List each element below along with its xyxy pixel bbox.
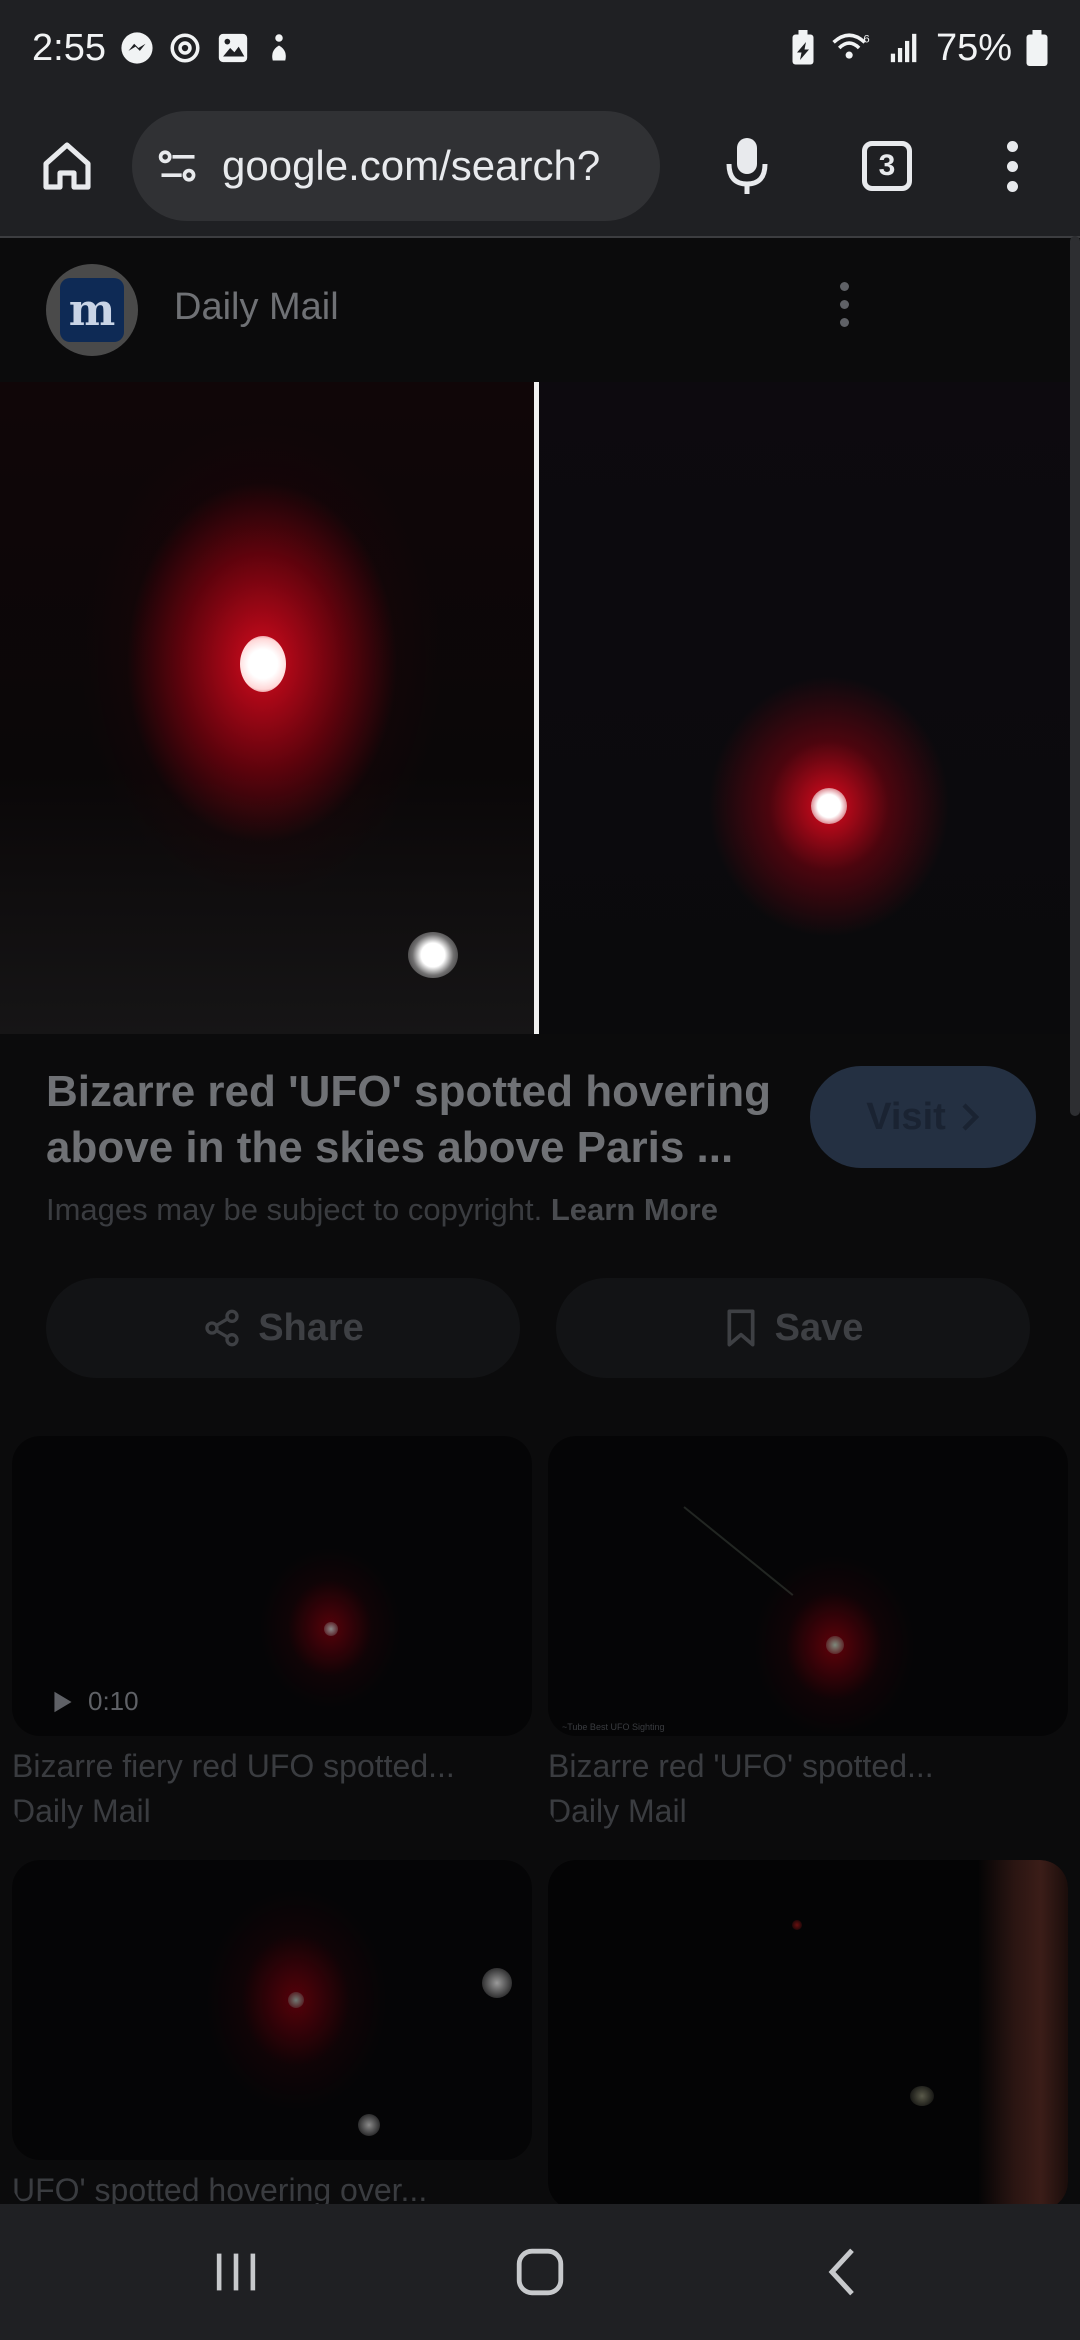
copyright-text: Images may be subject to copyright. xyxy=(46,1192,543,1227)
system-navigation-bar xyxy=(0,2204,1080,2340)
hero-right-panel xyxy=(539,382,1080,1034)
tab-count: 3 xyxy=(862,141,912,191)
share-button[interactable]: Share xyxy=(46,1278,520,1378)
address-bar[interactable]: google.com/search? xyxy=(132,111,660,221)
result-title-block: Bizarre red 'UFO' spotted hovering above… xyxy=(46,1064,806,1176)
visit-label: Visit xyxy=(866,1095,946,1138)
back-button[interactable] xyxy=(742,2204,942,2340)
back-icon xyxy=(828,2248,854,2296)
home-button[interactable] xyxy=(22,121,112,211)
related-title: Bizarre red 'UFO' spotted... xyxy=(548,1748,934,1784)
result-image[interactable] xyxy=(0,382,1080,1034)
related-title: Bizarre fiery red UFO spotted... xyxy=(12,1748,455,1784)
chevron-right-icon xyxy=(962,1103,979,1131)
tab-switcher-button[interactable]: 3 xyxy=(842,121,932,211)
notification-icons xyxy=(120,31,294,65)
related-thumbnail[interactable]: 0:10 xyxy=(12,1436,532,1736)
system-icons: 6 75% xyxy=(790,27,1048,70)
image-result-panel: m Daily Mail Bizarre red 'UFO' spotted h… xyxy=(0,236,1080,2204)
related-card[interactable]: UFO' spotted hovering over... xyxy=(12,1860,532,2204)
video-duration-badge: 0:10 xyxy=(52,1686,139,1717)
messenger-icon xyxy=(121,32,153,64)
source-more-options-button[interactable] xyxy=(834,282,854,342)
browser-toolbar: google.com/search? 3 xyxy=(0,96,1080,236)
related-title: UFO' spotted hovering over... xyxy=(12,2172,428,2204)
status-bar: 2:55 6 75% xyxy=(0,0,1080,96)
recents-icon xyxy=(216,2253,256,2291)
related-card[interactable]: 0:10 Bizarre fiery red UFO spotted... Da… xyxy=(12,1436,532,1830)
source-name: Daily Mail xyxy=(174,286,339,328)
status-time: 2:55 xyxy=(32,26,106,69)
battery-icon xyxy=(1026,30,1048,66)
thumbnail-object xyxy=(978,1860,1068,2204)
microphone-icon xyxy=(726,138,768,194)
more-options-button[interactable] xyxy=(982,121,1042,211)
play-icon xyxy=(54,1691,72,1712)
source-row[interactable]: m Daily Mail xyxy=(0,238,1080,382)
home-icon xyxy=(43,142,91,190)
battery-saver-icon xyxy=(792,30,814,65)
share-label: Share xyxy=(258,1306,364,1349)
gallery-icon xyxy=(218,33,248,63)
related-thumbnail[interactable] xyxy=(12,1860,532,2160)
thumbnail-watermark: ~Tube Best UFO Sighting xyxy=(562,1722,665,1732)
bookmark-icon xyxy=(727,1309,755,1347)
related-source: Daily Mail xyxy=(12,1793,151,1829)
source-logo: m xyxy=(46,264,138,356)
url-text[interactable]: google.com/search? xyxy=(222,142,600,190)
voice-search-button[interactable] xyxy=(702,121,792,211)
related-thumbnail[interactable]: ~Tube Best UFO Sighting xyxy=(548,1436,1068,1736)
related-card[interactable] xyxy=(548,1860,1068,2204)
nav-home-button[interactable] xyxy=(440,2204,640,2340)
visit-button[interactable]: Visit xyxy=(810,1066,1036,1168)
signal-icon xyxy=(890,33,917,63)
accessibility-icon xyxy=(272,34,286,61)
video-duration: 0:10 xyxy=(88,1686,139,1716)
hero-left-panel xyxy=(0,382,534,1034)
scrollbar[interactable] xyxy=(1070,236,1080,1116)
site-settings-icon[interactable] xyxy=(156,144,200,188)
related-thumbnail[interactable] xyxy=(548,1860,1068,2204)
related-card[interactable]: ~Tube Best UFO Sighting Bizarre red 'UFO… xyxy=(548,1436,1068,1830)
save-label: Save xyxy=(774,1306,864,1349)
battery-percent: 75% xyxy=(935,26,1012,69)
recents-button[interactable] xyxy=(136,2204,336,2340)
copyright-notice: Images may be subject to copyright. Lear… xyxy=(46,1192,718,1228)
learn-more-link[interactable]: Learn More xyxy=(551,1192,718,1227)
related-source: Daily Mail xyxy=(548,1793,687,1829)
svg-text:6: 6 xyxy=(863,33,869,45)
wifi-6-icon: 6 xyxy=(832,33,870,59)
save-button[interactable]: Save xyxy=(556,1278,1030,1378)
home-nav-icon xyxy=(516,2248,564,2296)
result-title[interactable]: Bizarre red 'UFO' spotted hovering above… xyxy=(46,1064,806,1176)
share-icon xyxy=(205,1309,239,1347)
sync-icon xyxy=(170,33,200,63)
